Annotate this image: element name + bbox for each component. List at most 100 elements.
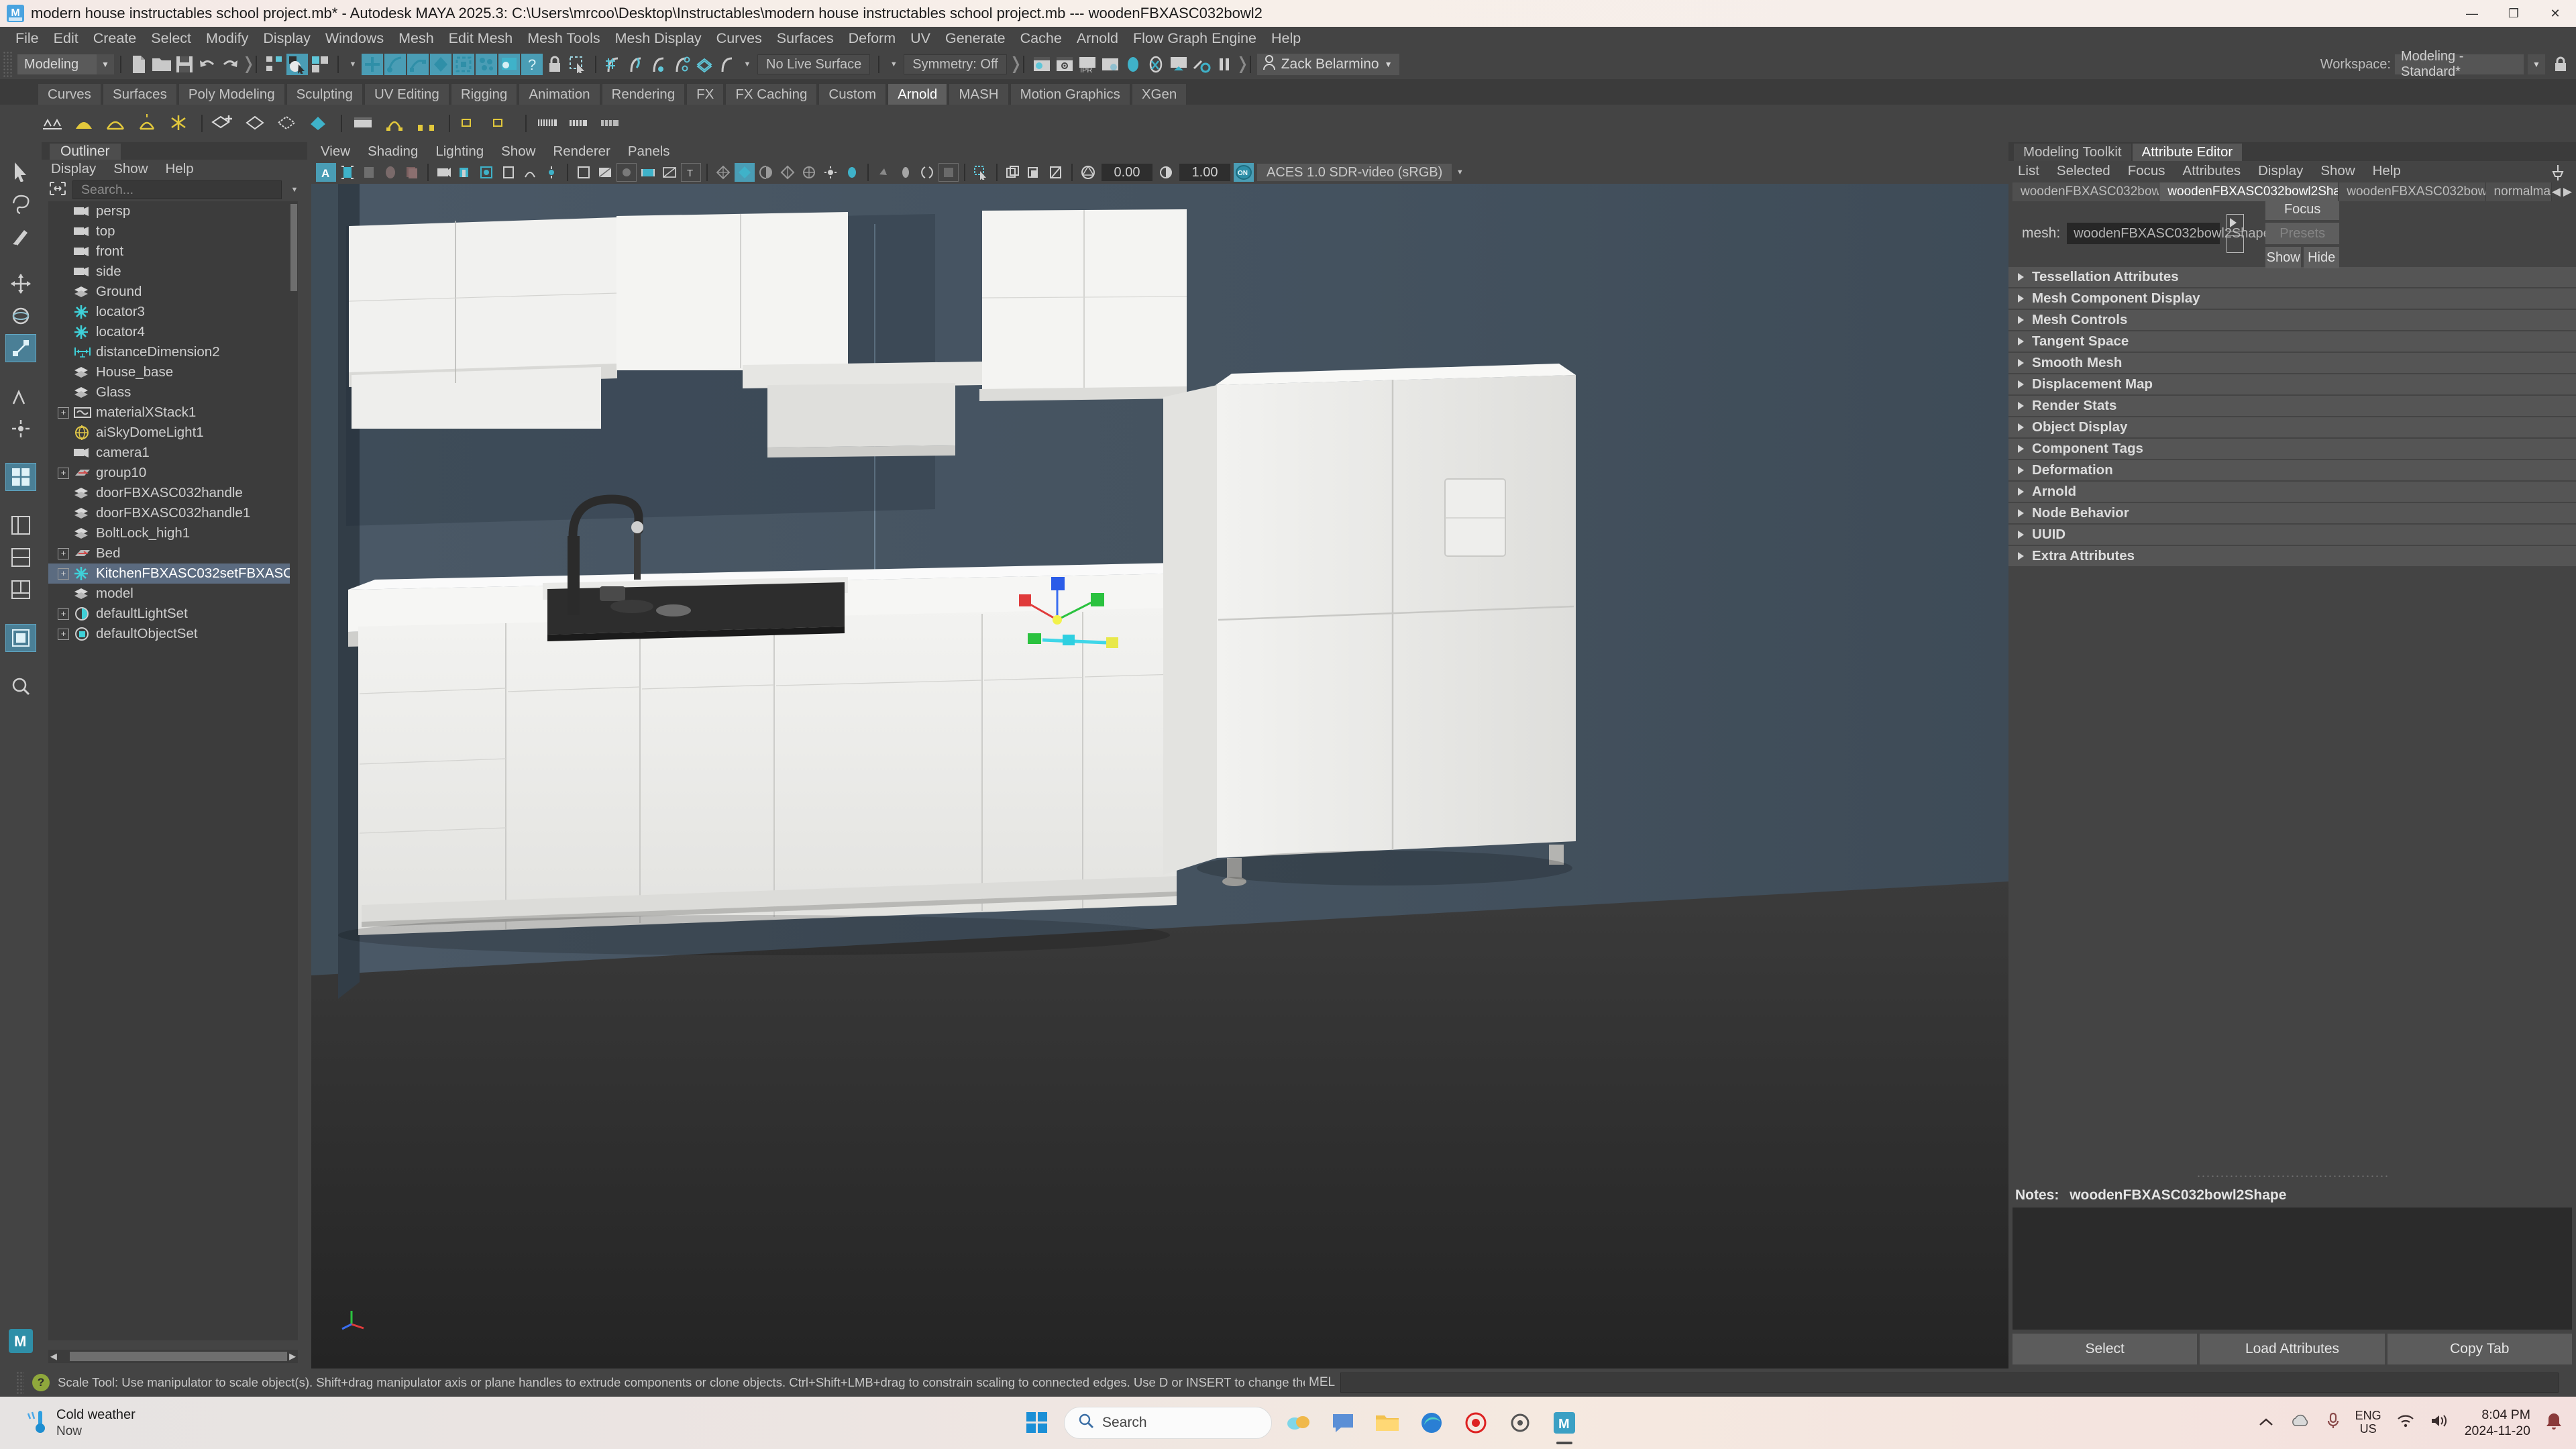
lighting-default-icon[interactable] bbox=[820, 163, 841, 182]
outliner-item[interactable]: Glass bbox=[48, 382, 298, 402]
arnold-operator-icon[interactable] bbox=[564, 109, 594, 138]
settings-icon[interactable] bbox=[1503, 1405, 1538, 1440]
mel-input[interactable] bbox=[1340, 1373, 2559, 1393]
live-surface-field[interactable]: No Live Surface bbox=[757, 54, 871, 74]
outliner-item[interactable]: camera1 bbox=[48, 443, 298, 463]
attribute-section[interactable]: Mesh Component Display bbox=[2008, 288, 2576, 309]
outliner-item[interactable]: top bbox=[48, 221, 298, 241]
outliner-item[interactable]: doorFBXASC032handle1 bbox=[48, 503, 298, 523]
outliner-scroll-thumb[interactable] bbox=[290, 204, 297, 291]
node-tab-next-icon[interactable]: ▶ bbox=[2563, 185, 2572, 199]
arnold-photometric-light-icon[interactable] bbox=[132, 109, 162, 138]
ae-menu-display[interactable]: Display bbox=[2258, 163, 2303, 179]
gamma-value[interactable]: 1.00 bbox=[1179, 164, 1230, 181]
attribute-section[interactable]: Arnold bbox=[2008, 482, 2576, 502]
outliner-horizontal-scrollbar[interactable]: ◀ ▶ bbox=[48, 1350, 298, 1363]
shading-use-lights-icon[interactable] bbox=[777, 163, 798, 182]
edge-icon[interactable] bbox=[1414, 1405, 1449, 1440]
mel-label[interactable]: MEL bbox=[1305, 1375, 1335, 1390]
presets-button[interactable]: Presets bbox=[2265, 223, 2340, 244]
menu-mesh-tools[interactable]: Mesh Tools bbox=[520, 28, 607, 50]
two-d-pan-zoom-icon[interactable] bbox=[402, 163, 422, 182]
menu-cache[interactable]: Cache bbox=[1013, 28, 1069, 50]
attribute-section[interactable]: Render Stats bbox=[2008, 396, 2576, 416]
node-tab[interactable]: normalma bbox=[2485, 182, 2552, 201]
select-camera-icon[interactable]: A bbox=[316, 163, 336, 182]
shelf-tab-motion-graphics[interactable]: Motion Graphics bbox=[1010, 83, 1130, 105]
snap-options-chevron-down-icon[interactable]: ▼ bbox=[739, 54, 755, 74]
help-question-icon[interactable]: ? bbox=[32, 1374, 50, 1391]
viewport-snapshot-icon[interactable] bbox=[938, 163, 959, 182]
four-view-layout-button[interactable] bbox=[5, 463, 36, 491]
arnold-bifrost-icon[interactable] bbox=[456, 109, 486, 138]
menu-curves[interactable]: Curves bbox=[709, 28, 769, 50]
volume-icon[interactable] bbox=[2430, 1413, 2450, 1432]
section-expand-icon[interactable] bbox=[2018, 488, 2024, 496]
menu-select[interactable]: Select bbox=[144, 28, 199, 50]
section-expand-icon[interactable] bbox=[2018, 380, 2024, 388]
select-tool-button[interactable] bbox=[5, 157, 36, 185]
crease-icon[interactable] bbox=[541, 163, 561, 182]
section-expand-icon[interactable] bbox=[2018, 466, 2024, 474]
shelf-tab-mash[interactable]: MASH bbox=[949, 83, 1009, 105]
node-tab[interactable]: woodenFBXASC032bowl2Shape bbox=[2159, 182, 2339, 201]
shelf-tab-xgen[interactable]: XGen bbox=[1131, 83, 1187, 105]
arnold-sky-icon[interactable] bbox=[303, 109, 333, 138]
render-globals-icon[interactable] bbox=[1191, 54, 1212, 75]
menu-deform[interactable]: Deform bbox=[841, 28, 903, 50]
output-connection-icon[interactable] bbox=[2226, 235, 2245, 253]
attribute-section[interactable]: Tessellation Attributes bbox=[2008, 267, 2576, 287]
viewport-menu-renderer[interactable]: Renderer bbox=[553, 142, 619, 161]
shelf-tab-rigging[interactable]: Rigging bbox=[450, 83, 518, 105]
onedrive-icon[interactable] bbox=[2290, 1413, 2311, 1432]
viewport-menu-panels[interactable]: Panels bbox=[628, 142, 680, 161]
make-live-icon[interactable] bbox=[717, 54, 739, 75]
expand-icon[interactable]: + bbox=[58, 547, 69, 559]
outliner-item[interactable]: + Bed bbox=[48, 543, 298, 564]
ae-menu-show[interactable]: Show bbox=[2320, 163, 2355, 179]
outliner-layout-button[interactable] bbox=[5, 511, 36, 539]
exposure-adjust-icon[interactable] bbox=[1078, 163, 1098, 182]
menu-mesh[interactable]: Mesh bbox=[391, 28, 441, 50]
attribute-section[interactable]: Mesh Controls bbox=[2008, 310, 2576, 330]
menu-uv[interactable]: UV bbox=[903, 28, 938, 50]
persp-outliner-layout-button[interactable] bbox=[5, 543, 36, 572]
outliner-menu-display[interactable]: Display bbox=[51, 160, 105, 178]
gate-mask-icon[interactable] bbox=[520, 163, 540, 182]
select-joints-icon[interactable] bbox=[384, 54, 406, 75]
node-tab[interactable]: woodenFBXASC032bowl1 bbox=[2339, 182, 2486, 201]
menu-create[interactable]: Create bbox=[86, 28, 144, 50]
menu-edit-mesh[interactable]: Edit Mesh bbox=[441, 28, 521, 50]
arnold-light-portal-icon[interactable] bbox=[164, 109, 193, 138]
camera-attributes-icon[interactable] bbox=[337, 163, 358, 182]
outliner-item[interactable]: House_base bbox=[48, 362, 298, 382]
input-connection-icon[interactable] bbox=[2226, 214, 2245, 231]
node-tab-prev-icon[interactable]: ◀ bbox=[2552, 185, 2561, 199]
exposure-icon[interactable] bbox=[498, 163, 519, 182]
move-tool-button[interactable] bbox=[5, 270, 36, 298]
attribute-section[interactable]: Displacement Map bbox=[2008, 374, 2576, 394]
outliner-item[interactable]: + defaultLightSet bbox=[48, 604, 298, 624]
shelf-tab-poly-modeling[interactable]: Poly Modeling bbox=[178, 83, 285, 105]
grid-toggle-icon[interactable] bbox=[434, 163, 454, 182]
select-rendering-icon[interactable] bbox=[498, 54, 520, 75]
show-button[interactable]: Show bbox=[2265, 247, 2302, 268]
menuset-chevron-down-icon[interactable]: ▼ bbox=[97, 54, 114, 74]
section-expand-icon[interactable] bbox=[2018, 423, 2024, 431]
outliner-item[interactable]: + materialXStack1 bbox=[48, 402, 298, 423]
outliner-vertical-scrollbar[interactable] bbox=[290, 201, 298, 1340]
ae-menu-focus[interactable]: Focus bbox=[2128, 163, 2165, 179]
user-chevron-down-icon[interactable]: ▼ bbox=[1385, 60, 1393, 69]
outliner-item[interactable]: locator4 bbox=[48, 322, 298, 342]
ae-menu-selected[interactable]: Selected bbox=[2057, 163, 2110, 179]
redo-icon[interactable] bbox=[219, 54, 241, 75]
menu-surfaces[interactable]: Surfaces bbox=[769, 28, 841, 50]
arnold-open-render-icon[interactable] bbox=[380, 109, 409, 138]
outliner-menu-show[interactable]: Show bbox=[113, 160, 157, 178]
clock[interactable]: 8:04 PM 2024-11-20 bbox=[2465, 1407, 2530, 1440]
outliner-item[interactable]: persp bbox=[48, 201, 298, 221]
viewport-menu-lighting[interactable]: Lighting bbox=[435, 142, 493, 161]
arnold-area-light-icon[interactable] bbox=[38, 109, 67, 138]
weather-widget[interactable]: Cold weather Now bbox=[0, 1407, 136, 1440]
viewport-menu-view[interactable]: View bbox=[321, 142, 360, 161]
